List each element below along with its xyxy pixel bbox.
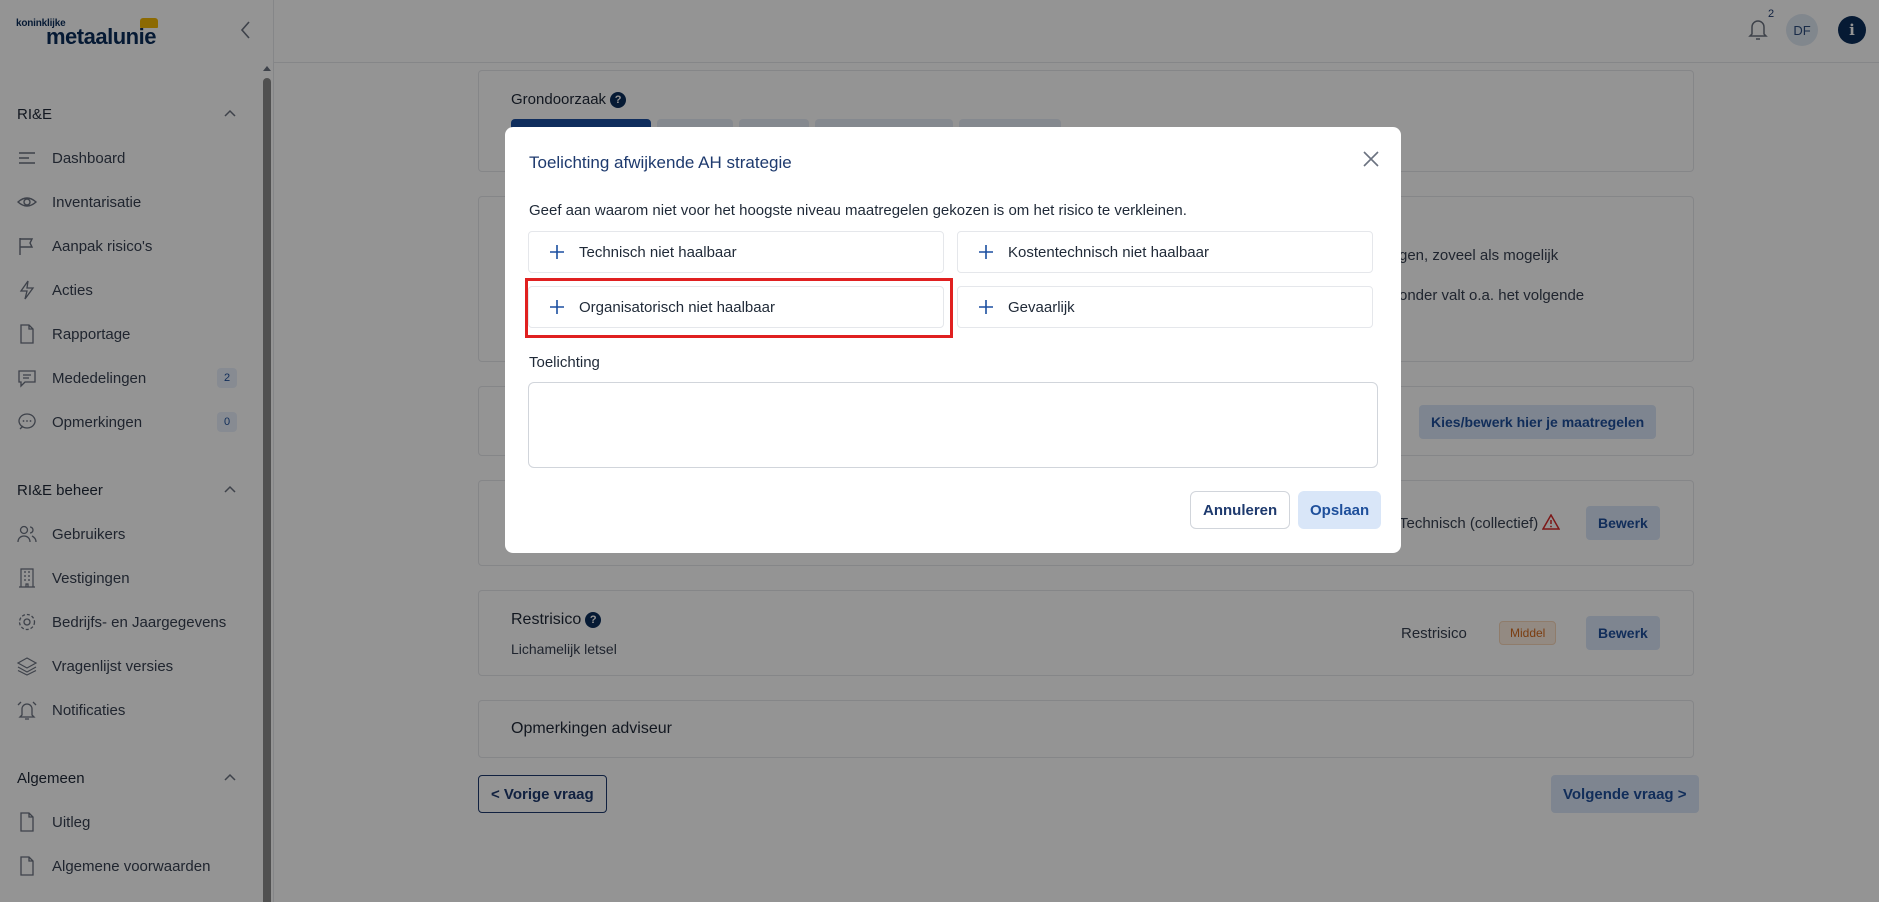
toelichting-modal: Toelichting afwijkende AH strategie Geef… bbox=[505, 127, 1401, 553]
option-label: Technisch niet haalbaar bbox=[579, 243, 737, 261]
option-gevaarlijk[interactable]: Gevaarlijk bbox=[957, 286, 1373, 328]
option-label: Kostentechnisch niet haalbaar bbox=[1008, 243, 1209, 261]
toelichting-label: Toelichting bbox=[529, 354, 600, 371]
toelichting-textarea[interactable] bbox=[528, 382, 1378, 468]
option-kostentechnisch-niet-haalbaar[interactable]: Kostentechnisch niet haalbaar bbox=[957, 231, 1373, 273]
modal-description: Geef aan waarom niet voor het hoogste ni… bbox=[529, 202, 1187, 219]
modal-title: Toelichting afwijkende AH strategie bbox=[529, 153, 792, 172]
option-label: Gevaarlijk bbox=[1008, 298, 1075, 316]
highlight-box bbox=[525, 278, 953, 338]
plus-icon bbox=[976, 242, 996, 262]
option-technisch-niet-haalbaar[interactable]: Technisch niet haalbaar bbox=[528, 231, 944, 273]
plus-icon bbox=[976, 297, 996, 317]
cancel-button[interactable]: Annuleren bbox=[1190, 491, 1291, 529]
plus-icon bbox=[547, 242, 567, 262]
save-button[interactable]: Opslaan bbox=[1298, 491, 1382, 529]
close-icon bbox=[1363, 151, 1379, 167]
close-button[interactable] bbox=[1359, 147, 1383, 171]
